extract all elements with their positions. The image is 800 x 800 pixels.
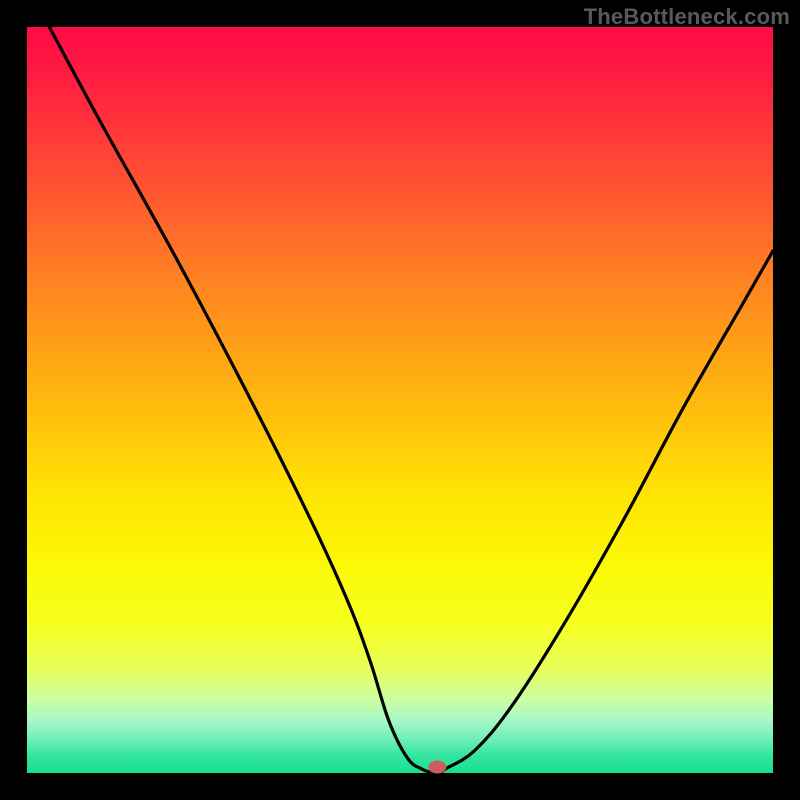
chart-frame: TheBottleneck.com xyxy=(0,0,800,800)
gradient-background xyxy=(27,27,773,773)
optimal-point-marker xyxy=(428,761,446,774)
watermark-text: TheBottleneck.com xyxy=(584,4,790,30)
bottleneck-chart xyxy=(0,0,800,800)
